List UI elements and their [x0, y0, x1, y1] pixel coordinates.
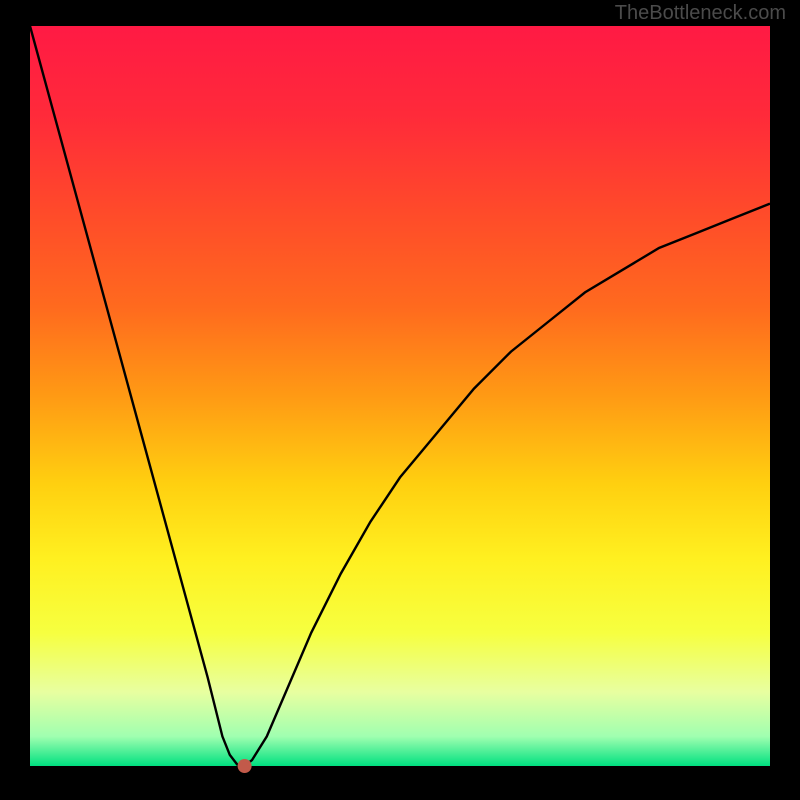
- optimal-point-marker: [238, 759, 252, 773]
- watermark-text: TheBottleneck.com: [615, 2, 786, 25]
- chart-frame: TheBottleneck.com: [0, 0, 800, 800]
- bottleneck-chart: [0, 0, 800, 800]
- plot-background: [30, 26, 770, 766]
